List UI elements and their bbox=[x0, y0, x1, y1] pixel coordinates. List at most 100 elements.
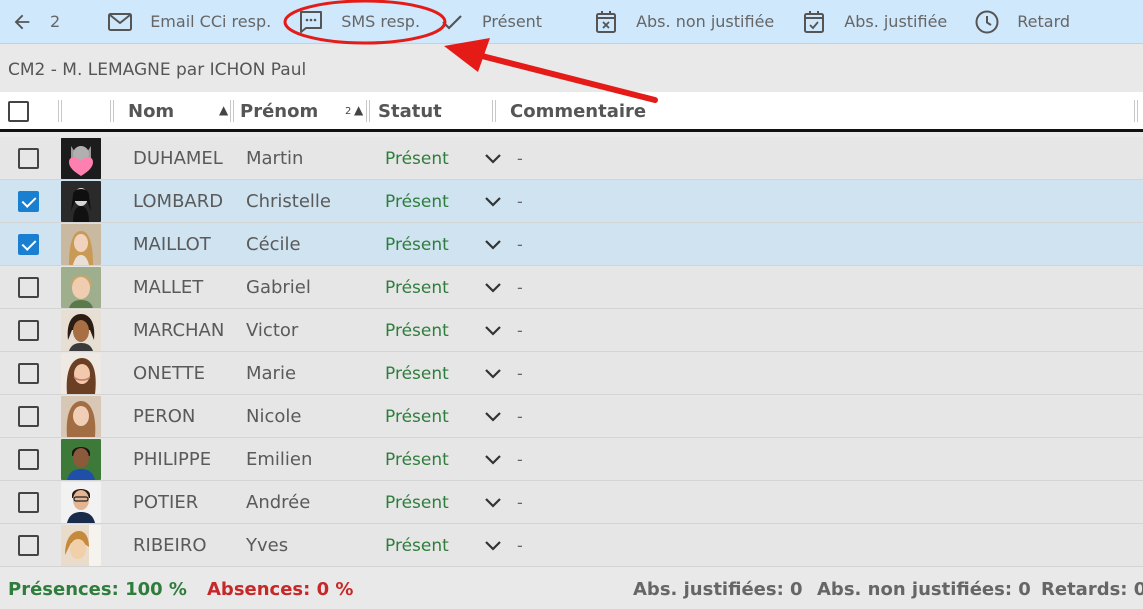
student-status[interactable]: Présent bbox=[385, 180, 449, 223]
column-prenom-label: Prénom bbox=[240, 100, 319, 122]
table-row[interactable]: MALLET Gabriel Présent - bbox=[0, 266, 1143, 309]
student-comment[interactable]: - bbox=[517, 395, 523, 438]
abs-justifiees-summary: Abs. justifiées: 0 bbox=[633, 579, 803, 600]
row-checkbox[interactable] bbox=[18, 191, 39, 212]
chevron-down-icon[interactable] bbox=[484, 152, 502, 166]
row-checkbox[interactable] bbox=[18, 234, 39, 255]
calendar-check-icon bbox=[800, 8, 828, 36]
column-separator[interactable] bbox=[110, 100, 114, 122]
column-nom[interactable]: Nom bbox=[128, 92, 174, 130]
student-comment[interactable]: - bbox=[517, 352, 523, 395]
present-button[interactable]: Présent bbox=[438, 0, 542, 44]
column-prenom[interactable]: Prénom bbox=[240, 92, 318, 130]
chevron-down-icon[interactable] bbox=[484, 410, 502, 424]
row-checkbox[interactable] bbox=[18, 277, 39, 298]
chevron-down-icon[interactable] bbox=[484, 539, 502, 553]
table-row[interactable]: POTIER Andrée Présent - bbox=[0, 481, 1143, 524]
email-icon bbox=[106, 8, 134, 36]
student-photo bbox=[61, 181, 101, 222]
column-commentaire[interactable]: Commentaire bbox=[510, 92, 646, 130]
chevron-down-icon[interactable] bbox=[484, 324, 502, 338]
table-row[interactable]: LOMBARD Christelle Présent - bbox=[0, 180, 1143, 223]
abs-non-justifiees-summary: Abs. non justifiées: 0 bbox=[817, 579, 1031, 600]
student-list: DUHAMEL Martin Présent - LOMBARD Christe… bbox=[0, 137, 1143, 567]
student-lastname: DUHAMEL bbox=[133, 148, 223, 169]
row-checkbox[interactable] bbox=[18, 449, 39, 470]
chevron-down-icon[interactable] bbox=[484, 195, 502, 209]
student-comment[interactable]: - bbox=[517, 438, 523, 481]
chevron-down-icon[interactable] bbox=[484, 453, 502, 467]
student-lastname: RIBEIRO bbox=[133, 535, 207, 556]
column-separator[interactable] bbox=[492, 100, 496, 122]
student-status[interactable]: Présent bbox=[385, 137, 449, 180]
back-button[interactable]: 2 bbox=[8, 0, 60, 44]
student-photo bbox=[61, 138, 101, 179]
student-lastname: LOMBARD bbox=[133, 191, 224, 212]
row-checkbox[interactable] bbox=[18, 406, 39, 427]
table-row[interactable]: ONETTE Marie Présent - bbox=[0, 352, 1143, 395]
column-separator[interactable] bbox=[58, 100, 62, 122]
row-checkbox[interactable] bbox=[18, 492, 39, 513]
student-lastname: PHILIPPE bbox=[133, 449, 212, 470]
row-checkbox[interactable] bbox=[18, 320, 39, 341]
email-button[interactable]: Email CCi resp. bbox=[106, 0, 271, 44]
check-icon bbox=[438, 8, 466, 36]
student-lastname: ONETTE bbox=[133, 363, 206, 384]
student-status[interactable]: Présent bbox=[385, 438, 449, 481]
sms-icon bbox=[297, 8, 325, 36]
student-comment[interactable]: - bbox=[517, 137, 523, 180]
student-status[interactable]: Présent bbox=[385, 223, 449, 266]
table-row[interactable]: PERON Nicole Présent - bbox=[0, 395, 1143, 438]
student-comment[interactable]: - bbox=[517, 481, 523, 524]
abs-justifiee-label: Abs. justifiée bbox=[844, 12, 948, 31]
student-status[interactable]: Présent bbox=[385, 524, 449, 567]
select-all-checkbox[interactable] bbox=[8, 101, 29, 122]
table-row[interactable]: DUHAMEL Martin Présent - bbox=[0, 137, 1143, 180]
student-status[interactable]: Présent bbox=[385, 352, 449, 395]
student-comment[interactable]: - bbox=[517, 309, 523, 352]
column-separator[interactable] bbox=[366, 100, 370, 122]
abs-non-justifiee-button[interactable]: Abs. non justifiée bbox=[592, 0, 774, 44]
student-firstname: Andrée bbox=[246, 492, 311, 513]
student-status[interactable]: Présent bbox=[385, 266, 449, 309]
sms-button[interactable]: SMS resp. bbox=[297, 0, 420, 44]
student-status[interactable]: Présent bbox=[385, 395, 449, 438]
student-lastname: MAILLOT bbox=[133, 234, 211, 255]
column-separator[interactable] bbox=[230, 100, 234, 122]
table-row[interactable]: MAILLOT Cécile Présent - bbox=[0, 223, 1143, 266]
chevron-down-icon[interactable] bbox=[484, 238, 502, 252]
student-comment[interactable]: - bbox=[517, 180, 523, 223]
column-separator[interactable] bbox=[1134, 100, 1138, 122]
student-firstname: Yves bbox=[246, 535, 289, 556]
table-row[interactable]: MARCHAN Victor Présent - bbox=[0, 309, 1143, 352]
student-comment[interactable]: - bbox=[517, 223, 523, 266]
student-status[interactable]: Présent bbox=[385, 309, 449, 352]
table-row[interactable]: PHILIPPE Emilien Présent - bbox=[0, 438, 1143, 481]
student-comment[interactable]: - bbox=[517, 524, 523, 567]
row-checkbox[interactable] bbox=[18, 535, 39, 556]
chevron-down-icon[interactable] bbox=[484, 367, 502, 381]
column-statut-label: Statut bbox=[378, 100, 442, 122]
chevron-down-icon[interactable] bbox=[484, 496, 502, 510]
abs-justifiee-button[interactable]: Abs. justifiée bbox=[800, 0, 947, 44]
table-row[interactable]: RIBEIRO Yves Présent - bbox=[0, 524, 1143, 567]
student-status[interactable]: Présent bbox=[385, 481, 449, 524]
row-checkbox[interactable] bbox=[18, 363, 39, 384]
student-firstname: Marie bbox=[246, 363, 297, 384]
absences-summary: Absences: 0 % bbox=[207, 579, 354, 600]
presences-summary: Présences: 100 % bbox=[8, 579, 187, 600]
column-statut[interactable]: Statut bbox=[378, 92, 442, 130]
student-comment[interactable]: - bbox=[517, 266, 523, 309]
sort-asc-icon[interactable]: ▲ bbox=[354, 103, 363, 117]
student-lastname: MARCHAN bbox=[133, 320, 225, 341]
retard-button[interactable]: Retard bbox=[973, 0, 1070, 44]
column-nom-label: Nom bbox=[128, 100, 175, 122]
row-checkbox[interactable] bbox=[18, 148, 39, 169]
table-header: Nom ▲ Prénom 2 ▲ Statut Commentaire bbox=[0, 92, 1143, 132]
sort-asc-icon[interactable]: ▲ bbox=[219, 103, 228, 117]
arrow-left-icon bbox=[8, 8, 36, 36]
student-firstname: Gabriel bbox=[246, 277, 311, 298]
student-photo bbox=[61, 439, 101, 480]
sms-button-label: SMS resp. bbox=[341, 12, 421, 31]
chevron-down-icon[interactable] bbox=[484, 281, 502, 295]
